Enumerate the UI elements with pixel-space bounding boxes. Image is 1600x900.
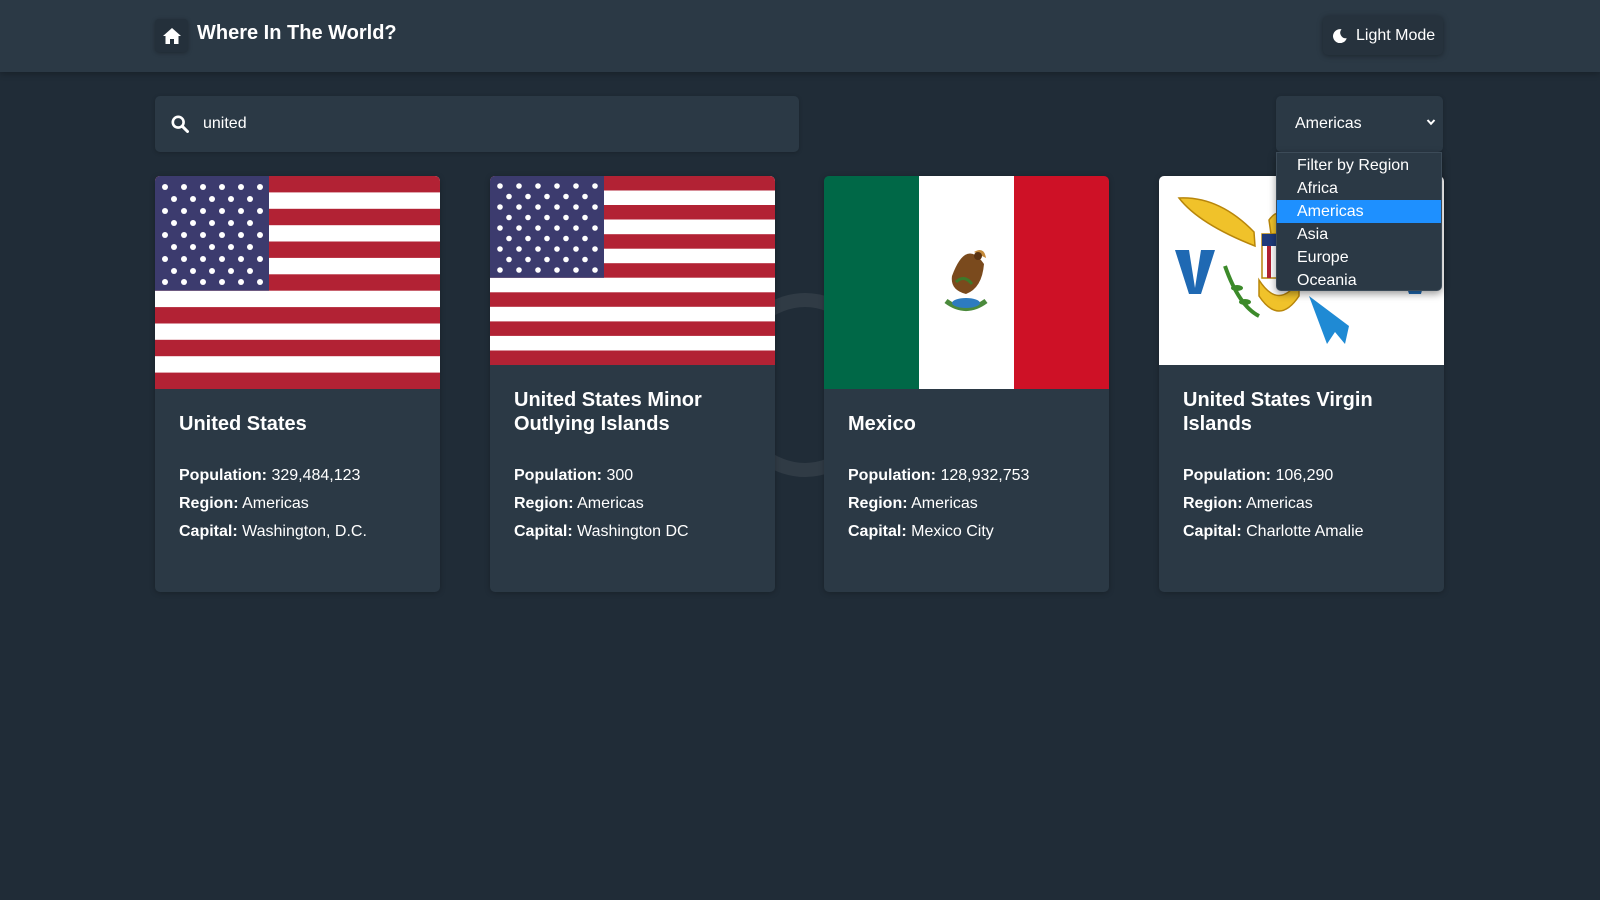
population-label: Population:	[514, 467, 602, 484]
capital-label: Capital:	[848, 523, 907, 540]
population-value: 128,932,753	[940, 467, 1030, 484]
region-option-africa[interactable]: Africa	[1277, 177, 1441, 200]
home-button[interactable]	[155, 19, 188, 52]
country-name: United States Minor Outlying Islands	[514, 389, 702, 435]
region-label: Region:	[514, 495, 574, 512]
chevron-down-icon	[1426, 119, 1436, 126]
country-stats: Population: 106,290 Region: Americas Cap…	[1183, 462, 1364, 546]
theme-toggle-label: Light Mode	[1356, 26, 1436, 44]
capital-label: Capital:	[514, 523, 573, 540]
region-option-filter-by-region[interactable]: Filter by Region	[1277, 154, 1441, 177]
region-select-value: Americas	[1295, 115, 1362, 132]
us-flag	[490, 176, 775, 365]
capital-label: Capital:	[1183, 523, 1242, 540]
region-select[interactable]: Americas	[1276, 96, 1443, 152]
mexico-flag	[824, 176, 1109, 389]
moon-icon	[1333, 28, 1347, 43]
search-input[interactable]	[203, 115, 763, 133]
population-label: Population:	[179, 467, 267, 484]
capital-value: Charlotte Amalie	[1246, 523, 1364, 540]
country-card[interactable]: United States Minor Outlying Islands Pop…	[490, 176, 775, 592]
country-card[interactable]: United States Population: 329,484,123 Re…	[155, 176, 440, 592]
country-stats: Population: 300 Region: Americas Capital…	[514, 462, 689, 546]
population-label: Population:	[1183, 467, 1271, 484]
capital-label: Capital:	[179, 523, 238, 540]
search-box[interactable]	[155, 96, 799, 152]
population-value: 106,290	[1275, 467, 1334, 484]
search-icon	[171, 115, 189, 133]
region-dropdown-list: Filter by Region Africa Americas Asia Eu…	[1276, 152, 1442, 291]
region-value: Americas	[911, 495, 978, 512]
home-icon	[162, 27, 181, 44]
region-option-americas[interactable]: Americas	[1277, 200, 1441, 223]
capital-value: Washington, D.C.	[242, 523, 367, 540]
population-label: Population:	[848, 467, 936, 484]
population-value: 300	[606, 467, 634, 484]
region-value: Americas	[577, 495, 644, 512]
region-option-oceania[interactable]: Oceania	[1277, 269, 1441, 292]
country-name: United States Virgin Islands	[1183, 389, 1373, 435]
capital-value: Washington DC	[577, 523, 689, 540]
country-stats: Population: 128,932,753 Region: Americas…	[848, 462, 1029, 546]
country-card[interactable]: Mexico Population: 128,932,753 Region: A…	[824, 176, 1109, 592]
country-name: Mexico	[848, 413, 916, 435]
population-value: 329,484,123	[271, 467, 361, 484]
us-flag	[155, 176, 440, 389]
country-stats: Population: 329,484,123 Region: Americas…	[179, 462, 367, 546]
top-header: Where In The World? Light Mode	[0, 0, 1600, 72]
region-option-europe[interactable]: Europe	[1277, 246, 1441, 269]
region-value: Americas	[1246, 495, 1313, 512]
region-label: Region:	[179, 495, 239, 512]
region-value: Americas	[242, 495, 309, 512]
region-label: Region:	[848, 495, 908, 512]
region-option-asia[interactable]: Asia	[1277, 223, 1441, 246]
region-label: Region:	[1183, 495, 1243, 512]
theme-toggle-button[interactable]: Light Mode	[1323, 16, 1443, 55]
app-title: Where In The World?	[197, 22, 397, 44]
capital-value: Mexico City	[911, 523, 994, 540]
country-name: United States	[179, 413, 307, 435]
